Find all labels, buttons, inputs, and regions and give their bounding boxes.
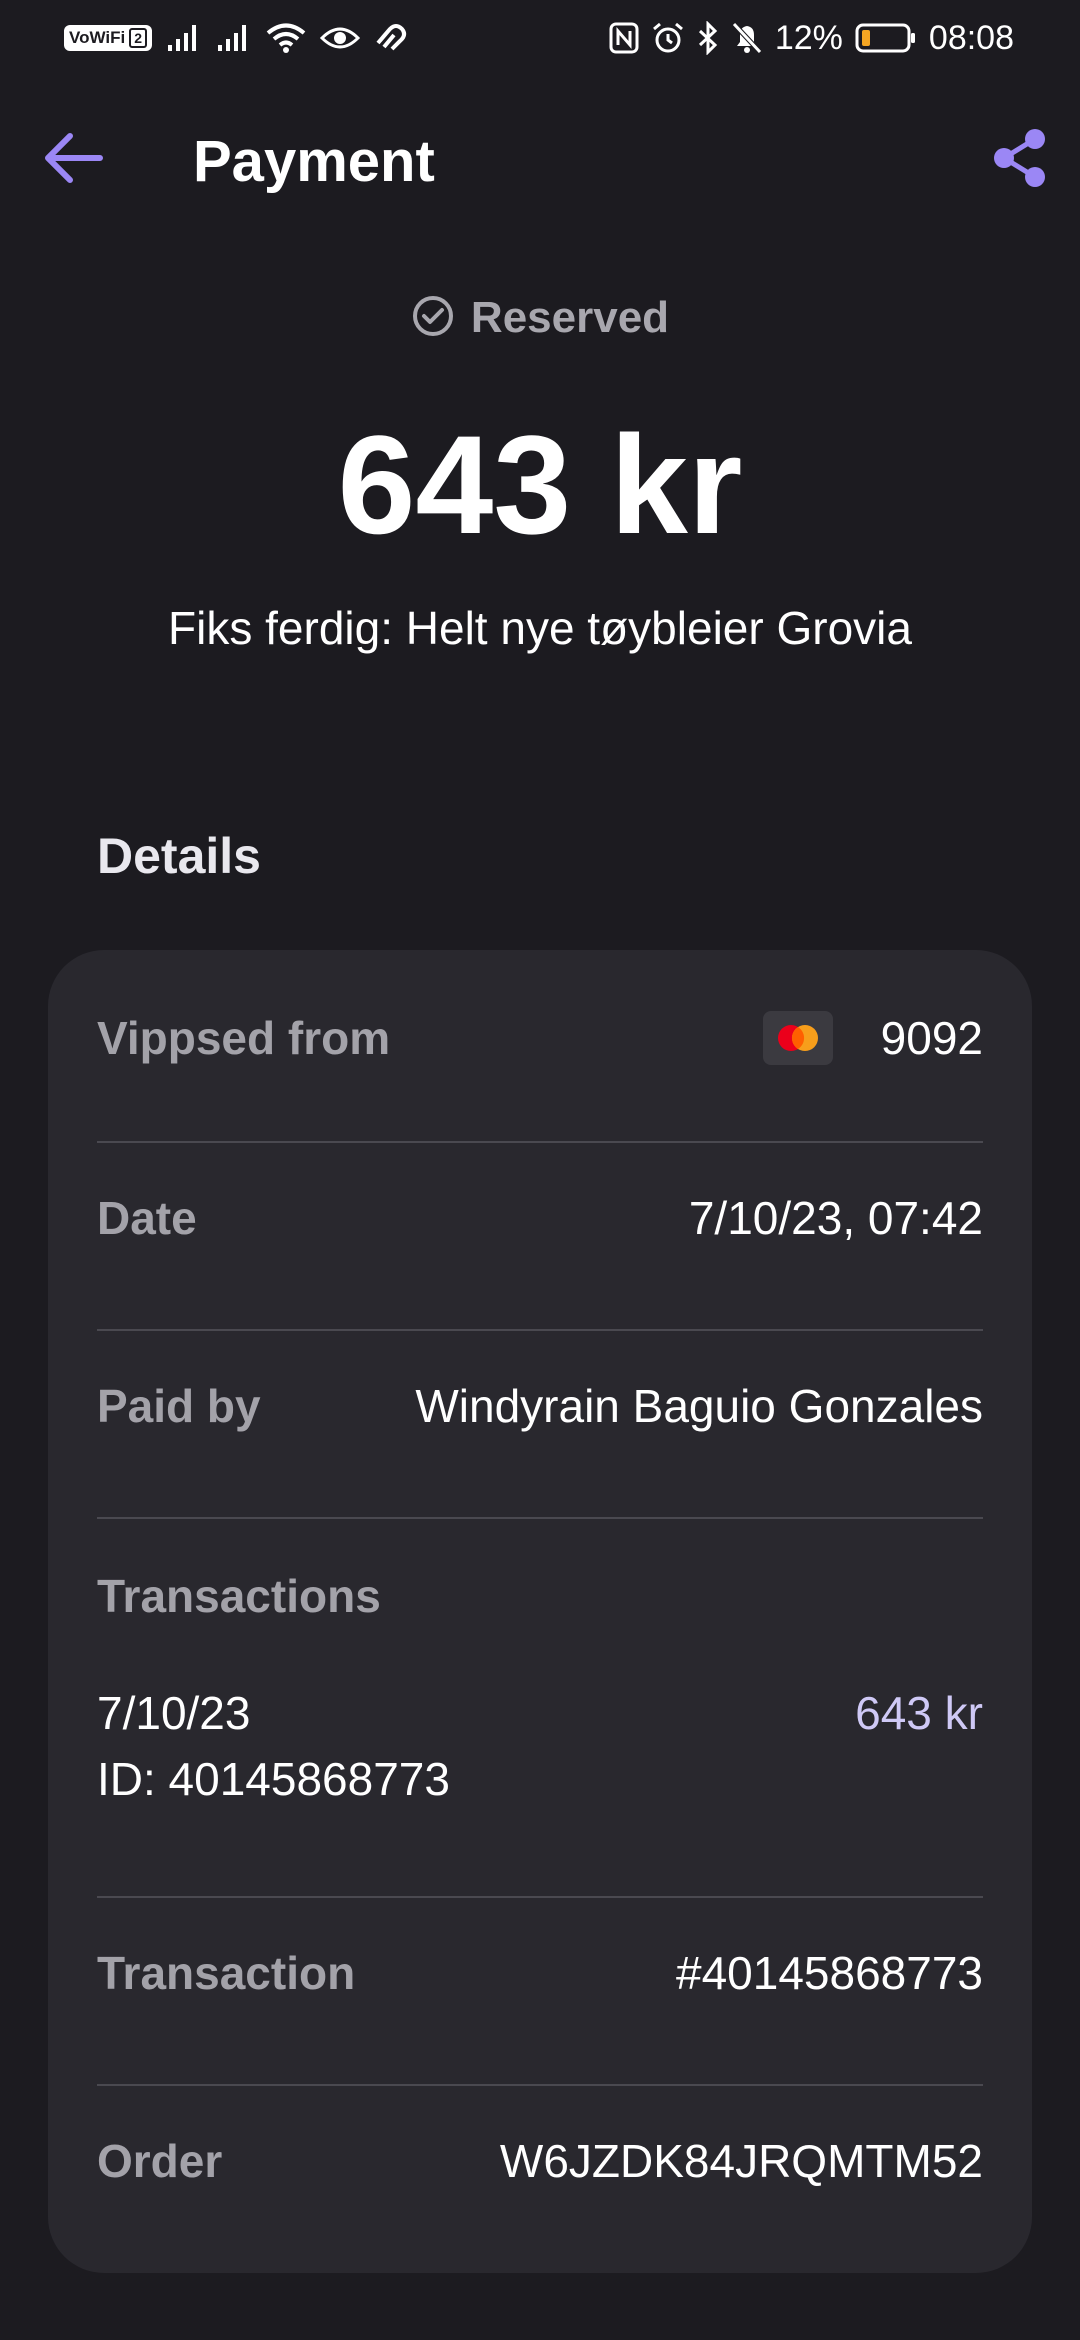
signal-strength-icon bbox=[166, 23, 202, 53]
divider bbox=[97, 1329, 983, 1331]
share-icon bbox=[990, 126, 1050, 195]
mute-bell-icon bbox=[731, 21, 763, 55]
clock-time: 08:08 bbox=[928, 19, 1014, 57]
order-value[interactable]: W6JZDK84JRQMTM52 bbox=[500, 2133, 983, 2189]
payment-amount: 643 kr bbox=[337, 406, 743, 563]
vippsed-from-row: Vippsed from 9092 bbox=[97, 1010, 983, 1066]
vowifi-badge: VoWiFi 2 bbox=[64, 25, 152, 51]
date-value: 7/10/23, 07:42 bbox=[688, 1192, 983, 1244]
payment-method: 9092 bbox=[762, 1010, 983, 1066]
divider bbox=[97, 2084, 983, 2086]
transaction-row: Transaction #40145868773 bbox=[97, 1945, 983, 2001]
vowifi-label: VoWiFi bbox=[69, 28, 126, 47]
paid-by-label: Paid by bbox=[97, 1380, 261, 1432]
app-bar: Payment bbox=[0, 100, 1080, 220]
payment-status-label: Reserved bbox=[470, 293, 670, 342]
paid-by-row: Paid by Windyrain Baguio Gonzales bbox=[97, 1378, 983, 1434]
transactions-section: Transactions 7/10/23 ID: 40145868773 643… bbox=[97, 1568, 983, 1812]
details-heading: Details bbox=[97, 828, 261, 884]
transaction-date: 7/10/23 bbox=[97, 1687, 251, 1739]
battery-icon bbox=[855, 22, 917, 54]
transaction-label: Transaction bbox=[97, 1947, 356, 1999]
divider bbox=[97, 1896, 983, 1898]
wifi-icon bbox=[266, 22, 306, 54]
transaction-amount: 643 kr bbox=[855, 1687, 983, 1739]
sim-slot-label: 2 bbox=[129, 28, 147, 48]
status-bar: VoWiFi 2 12% 08:08 bbox=[0, 0, 1080, 76]
status-bar-left: VoWiFi 2 bbox=[64, 18, 408, 58]
mastercard-icon bbox=[762, 1011, 833, 1065]
check-circle-icon bbox=[411, 294, 455, 343]
paid-by-value: Windyrain Baguio Gonzales bbox=[415, 1380, 983, 1432]
transaction-id: ID: 40145868773 bbox=[97, 1753, 450, 1805]
share-button[interactable] bbox=[982, 122, 1058, 198]
arrow-left-icon bbox=[40, 130, 104, 191]
date-row: Date 7/10/23, 07:42 bbox=[97, 1190, 983, 1246]
divider bbox=[97, 1141, 983, 1143]
signal-strength-icon-2 bbox=[216, 23, 252, 53]
transactions-heading: Transactions bbox=[97, 1570, 381, 1622]
order-row: Order W6JZDK84JRQMTM52 bbox=[97, 2133, 983, 2189]
details-card: Vippsed from 9092 Date 7/10/23, 07:42 Pa… bbox=[48, 950, 1032, 2273]
battery-percent: 12% bbox=[774, 19, 843, 57]
vippsed-from-label: Vippsed from bbox=[97, 1012, 391, 1064]
payment-status: Reserved bbox=[0, 288, 1080, 348]
bluetooth-icon bbox=[697, 21, 719, 55]
link-icon bbox=[374, 23, 408, 53]
back-button[interactable] bbox=[34, 125, 110, 195]
nfc-icon bbox=[609, 22, 639, 54]
status-bar-right: 12% 08:08 bbox=[609, 18, 1014, 58]
eye-icon bbox=[320, 24, 360, 52]
date-label: Date bbox=[97, 1192, 197, 1244]
transaction-number[interactable]: #40145868773 bbox=[676, 1945, 983, 2001]
alarm-icon bbox=[651, 21, 685, 55]
transaction-list-item[interactable]: 7/10/23 ID: 40145868773 643 kr bbox=[97, 1680, 983, 1812]
page-title: Payment bbox=[193, 129, 435, 194]
divider bbox=[97, 1517, 983, 1519]
payment-description: Fiks ferdig: Helt nye tøybleier Grovia bbox=[168, 602, 912, 654]
card-last-digits: 9092 bbox=[880, 1012, 983, 1064]
order-label: Order bbox=[97, 2135, 223, 2187]
